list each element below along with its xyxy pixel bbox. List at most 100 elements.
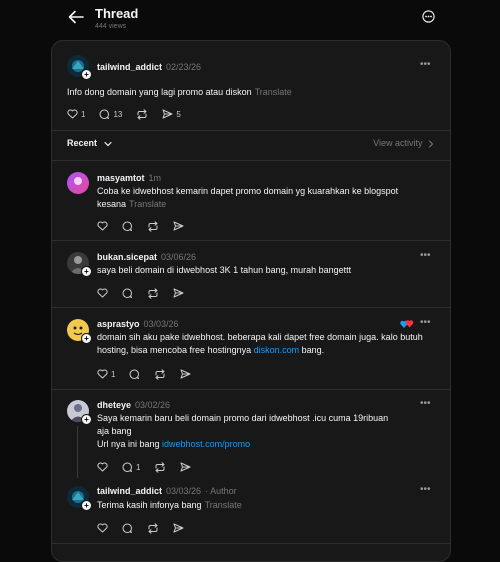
repost-icon [155, 461, 165, 473]
comment-author[interactable]: dheteye 03/02/26 [97, 400, 170, 410]
heart-icon [97, 221, 108, 231]
comment-more-icon[interactable]: ••• [420, 250, 431, 261]
view-activity-link[interactable]: View activity [373, 138, 434, 148]
translate-link[interactable]: Translate [205, 500, 242, 510]
comment-actions: 1 [97, 368, 205, 380]
top-bar: Thread 444 views [0, 0, 500, 40]
repost-button[interactable] [154, 368, 166, 380]
repost-icon [137, 108, 147, 120]
divider [52, 543, 450, 544]
comment-time: 03/03/26 [166, 486, 202, 496]
avatar[interactable] [67, 172, 89, 194]
translate-link[interactable]: Translate [255, 87, 292, 97]
comment-icon [100, 109, 110, 119]
thread-card: + tailwind_addict 02/23/26 ••• Info dong … [51, 40, 451, 562]
reaction-hearts-icon [400, 320, 414, 328]
repost-button[interactable] [147, 287, 159, 299]
comment-link[interactable]: idwebhost.com/promo [162, 439, 250, 449]
send-icon [180, 369, 191, 379]
comment-link[interactable]: diskon.com [254, 345, 300, 355]
share-button[interactable] [173, 288, 184, 298]
original-post: + tailwind_addict 02/23/26 ••• Info dong … [52, 41, 450, 131]
share-button[interactable]: 5 [162, 109, 181, 119]
comment: + bukan.sicepat 03/06/26 ••• saya beli do… [52, 241, 450, 309]
reply-button[interactable] [129, 369, 140, 380]
comment-icon [122, 523, 132, 533]
repost-icon [148, 220, 158, 232]
reply-button[interactable] [122, 523, 133, 534]
like-button[interactable] [97, 523, 108, 533]
comment-author[interactable]: asprastyo 03/03/26 [97, 319, 179, 329]
follow-plus-icon[interactable]: + [81, 500, 92, 511]
follow-plus-icon[interactable]: + [81, 266, 92, 277]
author-reply: + tailwind_addict 03/03/26 · Author ••• Te… [52, 478, 450, 546]
follow-plus-icon[interactable]: + [81, 333, 92, 344]
send-icon [162, 109, 173, 119]
comment-text: Saya kemarin baru beli domain promo dari… [97, 413, 389, 449]
repost-icon [148, 522, 158, 534]
sort-dropdown[interactable]: Recent [67, 138, 112, 148]
send-icon [173, 221, 184, 231]
reply-button[interactable] [122, 288, 133, 299]
share-button[interactable] [180, 369, 191, 379]
comment-time: 1m [148, 173, 162, 183]
share-button[interactable] [173, 523, 184, 533]
comment: masyamtot 1m Coba ke idwebhost kemarin da… [52, 161, 450, 241]
heart-icon [97, 462, 108, 472]
comment-icon [122, 462, 132, 472]
post-more-icon[interactable]: ••• [420, 59, 431, 70]
translate-link[interactable]: Translate [129, 199, 166, 209]
like-button[interactable] [97, 462, 108, 472]
comment-author[interactable]: tailwind_addict 03/03/26 · Author [97, 486, 237, 496]
comment-icon [122, 221, 132, 231]
share-button[interactable] [180, 462, 191, 472]
send-icon [173, 523, 184, 533]
comment-time: 03/03/26 [143, 319, 179, 329]
like-button[interactable] [97, 288, 108, 298]
comment-actions [97, 522, 198, 534]
comment-icon [130, 369, 140, 379]
repost-button[interactable] [147, 522, 159, 534]
like-button[interactable] [97, 221, 108, 231]
post-author[interactable]: tailwind_addict 02/23/26 [97, 62, 201, 72]
repost-icon [148, 287, 158, 299]
like-button[interactable]: 1 [67, 109, 85, 119]
page-title: Thread [95, 6, 139, 21]
follow-plus-icon[interactable]: + [81, 414, 92, 425]
repost-button[interactable] [147, 220, 159, 232]
author-badge: · Author [205, 486, 237, 496]
back-arrow-icon[interactable] [68, 10, 84, 24]
reply-button[interactable]: 13 [99, 109, 122, 120]
comment-text: domain sih aku pake idwebhost. beberapa … [97, 332, 423, 355]
comment-author[interactable]: bukan.sicepat 03/06/26 [97, 252, 196, 262]
send-icon [173, 288, 184, 298]
comment-actions [97, 287, 198, 299]
comment-time: 03/02/26 [135, 400, 171, 410]
post-text: Info dong domain yang lagi promo atau di… [67, 87, 292, 97]
comment-author[interactable]: masyamtot 1m [97, 173, 161, 183]
thread-line [77, 426, 78, 478]
view-count: 444 views [95, 23, 127, 30]
repost-icon [155, 368, 165, 380]
like-button[interactable]: 1 [97, 369, 115, 379]
heart-icon [97, 288, 108, 298]
more-options-icon[interactable] [422, 10, 435, 23]
send-icon [180, 462, 191, 472]
comment: + asprastyo 03/03/26 ••• domain sih aku p… [52, 308, 450, 388]
reply-button[interactable] [122, 221, 133, 232]
comment-text: Terima kasih infonya bang Translate [97, 500, 242, 510]
follow-plus-icon[interactable]: + [81, 69, 92, 80]
comment-text: saya beli domain di idwebhost 3K 1 tahun… [97, 265, 352, 275]
comment-more-icon[interactable]: ••• [420, 484, 431, 495]
heart-icon [67, 109, 78, 119]
comment-icon [122, 288, 132, 298]
comment-more-icon[interactable]: ••• [420, 398, 431, 409]
share-button[interactable] [173, 221, 184, 231]
post-actions: 1 13 5 [67, 108, 195, 120]
post-time: 02/23/26 [166, 62, 202, 72]
comment-actions: 1 [97, 461, 205, 473]
reply-button[interactable]: 1 [122, 462, 140, 473]
repost-button[interactable] [154, 461, 166, 473]
comment-more-icon[interactable]: ••• [420, 317, 431, 328]
repost-button[interactable] [136, 108, 148, 120]
